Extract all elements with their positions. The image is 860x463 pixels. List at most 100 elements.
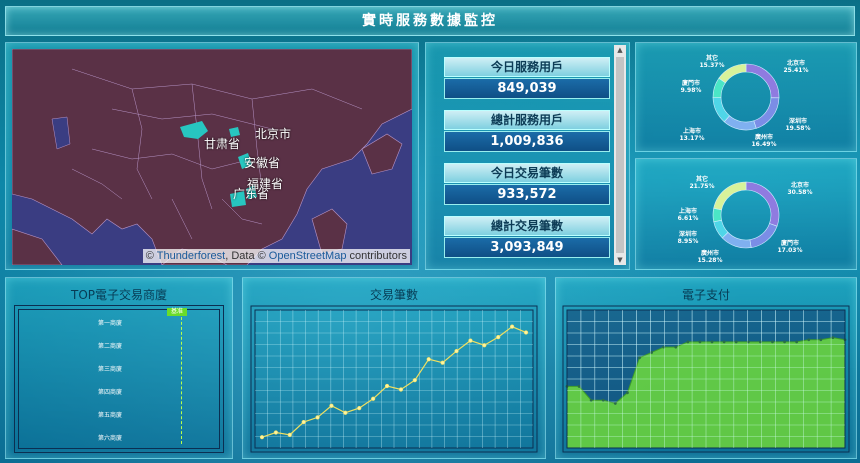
benchmark-line — [181, 312, 182, 444]
donut-panel-1: 北京市 25.41% 深圳市 19.58% 廣州市 16.49% 上海市 13.17% 廈門市 9… — [635, 42, 857, 152]
donut-slice[interactable] — [712, 207, 722, 223]
top-buildings-frame: 基准 第一商廈 第二商廈 第三商廈 第四商廈 第五商廈 第六商廈 — [14, 305, 224, 453]
trade-point[interactable] — [426, 357, 431, 362]
trade-point[interactable] — [315, 415, 320, 420]
trade-point[interactable] — [454, 348, 459, 354]
trade-point[interactable] — [523, 330, 529, 335]
trade-point[interactable] — [468, 338, 473, 343]
donut-chart-1[interactable]: 北京市25.41% 深圳市19.58% 廣州市16.49% 上海市13.17% 廈門市9… — [636, 43, 856, 151]
donut-label-name: 廣州市 — [754, 133, 773, 141]
payment-point[interactable] — [686, 340, 690, 344]
rank-label: 第六商廈 — [97, 435, 122, 442]
top-buildings-panel: TOP電子交易商廈 基准 第一商廈 第二商廈 第三商廈 第四商廈 第五商廈 第六… — [5, 277, 233, 459]
openstreetmap-link[interactable]: OpenStreetMap — [269, 250, 347, 262]
trade-count-title: 交易筆數 — [369, 288, 418, 302]
payment-point[interactable] — [734, 340, 738, 344]
province-label-guangdong: 广东省 — [233, 187, 270, 201]
donut-label-name: 上海市 — [683, 127, 701, 135]
donut-slice[interactable] — [745, 63, 780, 99]
payment-point[interactable] — [601, 398, 605, 402]
donut-label-name: 其它 — [696, 175, 708, 183]
payment-point[interactable] — [831, 336, 835, 339]
trade-point[interactable] — [343, 410, 348, 415]
donut-label-name: 上海市 — [679, 207, 697, 215]
payment-point[interactable] — [638, 356, 641, 360]
donut-label-pct: 25.41% — [784, 67, 809, 74]
payment-point[interactable] — [746, 340, 750, 344]
donut-label-name: 廈門市 — [681, 79, 700, 87]
trade-line-chart[interactable] — [250, 305, 538, 453]
trade-point[interactable] — [398, 387, 404, 392]
payment-point[interactable] — [613, 402, 617, 405]
benchmark-marker: 基准 — [167, 308, 187, 316]
payment-point[interactable] — [795, 340, 799, 344]
stat-today-users-label: 今日服務用戶 — [444, 57, 610, 77]
dashboard-title: 實時服務數據監控 — [5, 6, 855, 36]
payment-point[interactable] — [722, 340, 726, 344]
donut-label-pct: 21.75% — [690, 183, 715, 190]
rank-label: 第四商廈 — [97, 389, 122, 396]
donut-label-name: 廣州市 — [700, 249, 719, 257]
e-payment-title: 電子支付 — [681, 288, 730, 302]
trade-point[interactable] — [384, 383, 390, 389]
stat-today-users-value: 849,039 — [444, 78, 610, 99]
donut-label-pct: 13.17% — [680, 135, 705, 142]
donut-label-pct: 9.98% — [681, 87, 702, 94]
scroll-down-icon[interactable]: ▼ — [614, 255, 626, 265]
donut-label-name: 廈門市 — [780, 239, 799, 247]
donut-slice[interactable] — [721, 231, 752, 249]
donut-label-pct: 6.61% — [678, 215, 699, 222]
donut-label-pct: 8.95% — [678, 238, 699, 245]
top-buildings-title: TOP電子交易商廈 — [70, 288, 167, 302]
province-label-gansu: 甘肃省 — [204, 137, 241, 151]
stats-scrollbar[interactable]: ▲ ▼ — [614, 45, 626, 265]
donut-slice[interactable] — [749, 223, 778, 248]
payment-point[interactable] — [674, 345, 678, 349]
trade-point[interactable] — [412, 378, 417, 383]
china-map[interactable]: 甘肃省 北京市 安徽省 福建省 广东省 © Thunderforest, Dat… — [12, 49, 412, 265]
trade-point[interactable] — [440, 360, 445, 365]
trade-point[interactable] — [259, 435, 265, 440]
payment-point[interactable] — [626, 391, 629, 395]
payment-point[interactable] — [819, 338, 823, 342]
scroll-thumb[interactable] — [616, 57, 624, 253]
rank-label: 第一商廈 — [97, 320, 122, 327]
trade-point[interactable] — [496, 335, 501, 340]
stat-today-trades-value: 933,572 — [444, 184, 610, 205]
payment-point[interactable] — [577, 385, 581, 388]
donut-label-pct: 17.03% — [778, 247, 803, 254]
payment-point[interactable] — [710, 340, 714, 344]
payment-point[interactable] — [807, 338, 811, 342]
payment-point[interactable] — [662, 345, 666, 349]
rank-label: 第五商廈 — [97, 412, 122, 419]
donut-slice[interactable] — [712, 97, 730, 123]
trade-point[interactable] — [510, 324, 515, 329]
trade-point[interactable] — [329, 403, 334, 408]
donut-slice[interactable] — [753, 97, 780, 129]
donut-chart-2[interactable]: 北京市30.58% 廈門市17.03% 廣州市15.28% 深圳市8.95% 上海市6.… — [636, 159, 856, 269]
thunderforest-link[interactable]: Thunderforest — [157, 250, 225, 262]
donut-slice[interactable] — [723, 115, 757, 131]
trade-point[interactable] — [357, 405, 362, 411]
donut-label-name: 北京市 — [791, 181, 809, 189]
rank-label: 第三商廈 — [97, 366, 122, 373]
trade-point[interactable] — [482, 343, 487, 348]
donut-slice[interactable] — [745, 181, 780, 227]
trade-point[interactable] — [273, 430, 278, 435]
donut-label-name: 其它 — [706, 54, 718, 62]
trade-point[interactable] — [371, 396, 376, 401]
payment-area-chart[interactable] — [562, 305, 850, 453]
donut-slice[interactable] — [713, 181, 747, 211]
payment-point[interactable] — [698, 340, 702, 344]
e-payment-panel: 電子支付 — [555, 277, 857, 459]
scroll-up-icon[interactable]: ▲ — [614, 45, 626, 55]
trade-point[interactable] — [301, 419, 306, 425]
payment-point[interactable] — [771, 340, 774, 344]
payment-point[interactable] — [589, 398, 593, 402]
rank-label: 第二商廈 — [97, 343, 122, 350]
stats-panel: 今日服務用戶 849,039 總計服務用戶 1,009,836 今日交易筆數 9… — [425, 42, 630, 270]
payment-point[interactable] — [783, 340, 786, 344]
province-label-anhui: 安徽省 — [244, 156, 281, 170]
donut-label-pct: 19.58% — [786, 125, 811, 132]
trade-point[interactable] — [287, 432, 292, 437]
